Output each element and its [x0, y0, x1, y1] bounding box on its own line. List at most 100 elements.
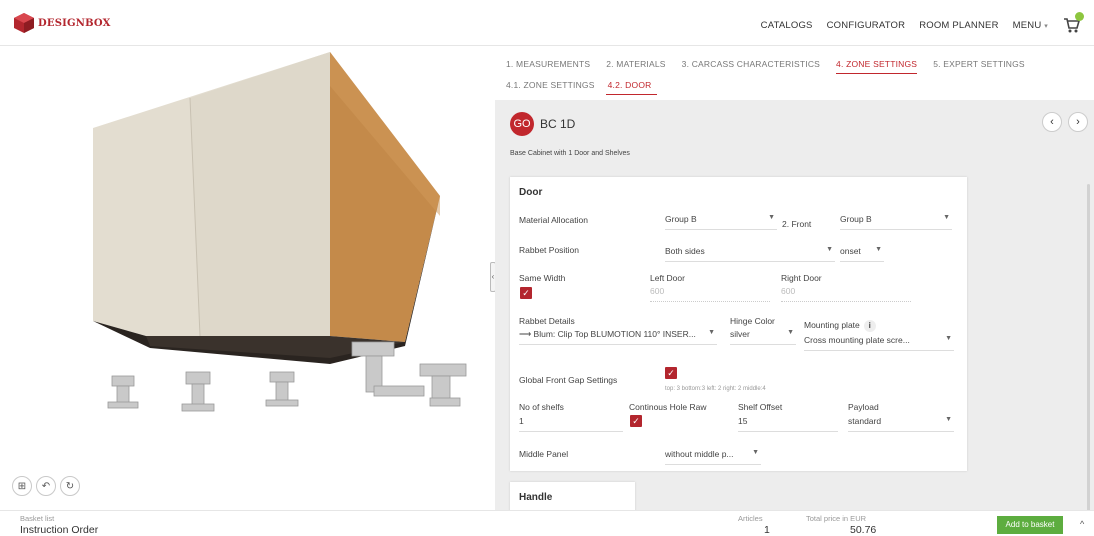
item-navigation: ‹ ›	[1036, 112, 1088, 132]
tabs-area: 1. MEASUREMENTS 2. MATERIALS 3. CARCASS …	[495, 46, 1094, 100]
door-card-title: Door	[519, 187, 543, 198]
payload-label: Payload	[848, 402, 879, 412]
rotate-button[interactable]: ↻	[60, 476, 80, 496]
middle-panel-value: without middle p...	[665, 449, 734, 459]
nav-room-planner[interactable]: ROOM PLANNER	[919, 20, 998, 31]
chevron-down-icon: ▼	[945, 335, 952, 342]
front-material-value: Group B	[840, 214, 872, 224]
middle-panel-select[interactable]: without middle p... ▼	[665, 449, 761, 465]
shelf-offset-input[interactable]: 15	[738, 416, 838, 432]
item-code: BC 1D	[540, 117, 576, 131]
material-allocation-label: Material Allocation	[519, 215, 588, 225]
undo-button[interactable]: ↶	[36, 476, 56, 496]
door-settings-card: Door Material Allocation Group B ▼ 2. Fro…	[510, 177, 967, 471]
articles-label: Articles	[738, 514, 763, 523]
step-tabs: 1. MEASUREMENTS 2. MATERIALS 3. CARCASS …	[506, 59, 1041, 74]
chevron-down-icon: ▼	[787, 329, 794, 336]
no-of-shelfs-label: No of shelfs	[519, 402, 564, 412]
rabbet-details-value: ⟶ Blum: Clip Top BLUMOTION 110° INSER...	[519, 329, 696, 339]
toggle-view-button[interactable]: ⊞	[12, 476, 32, 496]
front-label: 2. Front	[782, 219, 812, 229]
basket-list-label: Basket list	[20, 514, 55, 523]
left-door-label: Left Door	[650, 273, 685, 283]
material-allocation-select[interactable]: Group B ▼	[665, 214, 777, 230]
item-header: GO BC 1D	[510, 112, 575, 136]
same-width-label: Same Width	[519, 273, 566, 283]
brand-logo[interactable]: DESIGNBOX	[12, 12, 111, 34]
continous-hole-raw-checkbox[interactable]: ✓	[630, 415, 642, 427]
middle-panel-label: Middle Panel	[519, 449, 569, 459]
handle-card-title: Handle	[519, 492, 553, 503]
hinge-color-select[interactable]: silver ▼	[730, 329, 796, 345]
right-door-input[interactable]: 600	[781, 286, 911, 302]
total-price-label: Total price in EUR	[806, 514, 867, 523]
tab-zone-settings[interactable]: 4. ZONE SETTINGS	[836, 59, 918, 74]
hinge-color-label: Hinge Color	[730, 316, 775, 326]
tab-materials[interactable]: 2. MATERIALS	[606, 59, 665, 74]
subtab-zone-settings[interactable]: 4.1. ZONE SETTINGS	[506, 80, 597, 95]
tab-carcass-characteristics[interactable]: 3. CARCASS CHARACTERISTICS	[682, 59, 820, 74]
left-door-input[interactable]: 600	[650, 286, 770, 302]
nav-configurator[interactable]: CONFIGURATOR	[827, 20, 906, 31]
chevron-down-icon: ▼	[752, 449, 759, 456]
hinge-color-value: silver	[730, 329, 750, 339]
logo-text: DESIGNBOX	[38, 17, 111, 29]
rabbet-position-select[interactable]: Both sides ▼	[665, 246, 835, 262]
item-badge: GO	[510, 112, 534, 136]
nav-catalogs[interactable]: CATALOGS	[761, 20, 813, 31]
right-door-label: Right Door	[781, 273, 822, 283]
shelf-offset-label: Shelf Offset	[738, 402, 783, 412]
chevron-down-icon: ▼	[708, 329, 715, 336]
no-of-shelfs-input[interactable]: 1	[519, 416, 623, 432]
global-front-gap-label: Global Front Gap Settings	[519, 375, 618, 385]
chevron-down-icon: ▼	[943, 214, 950, 221]
configuration-panel: 1. MEASUREMENTS 2. MATERIALS 3. CARCASS …	[495, 46, 1094, 514]
expand-footer-icon[interactable]: ^	[1080, 519, 1084, 529]
item-description: Base Cabinet with 1 Door and Shelves	[510, 150, 630, 157]
handle-settings-card[interactable]: Handle	[510, 482, 635, 512]
main-nav: CATALOGS CONFIGURATOR ROOM PLANNER MENU …	[747, 12, 1084, 34]
rabbet-details-label: Rabbet Details	[519, 316, 575, 326]
subtab-door[interactable]: 4.2. DOOR	[605, 80, 658, 95]
chevron-down-icon: ▼	[826, 246, 833, 253]
chevron-down-icon: ▼	[945, 416, 952, 423]
sub-tabs: 4.1. ZONE SETTINGS 4.2. DOOR	[506, 80, 666, 95]
payload-value: standard	[848, 416, 882, 426]
onset-value: onset	[840, 246, 861, 256]
tab-measurements[interactable]: 1. MEASUREMENTS	[506, 59, 590, 74]
top-bar: DESIGNBOX CATALOGS CONFIGURATOR ROOM PLA…	[0, 0, 1094, 46]
rabbet-position-value: Both sides	[665, 246, 705, 256]
mounting-plate-label: Mounting plate	[804, 320, 860, 330]
front-material-select[interactable]: Group B ▼	[840, 214, 952, 230]
rabbet-details-select[interactable]: ⟶ Blum: Clip Top BLUMOTION 110° INSER...…	[519, 329, 717, 345]
cart-badge	[1075, 12, 1084, 21]
onset-select[interactable]: onset ▼	[840, 246, 884, 262]
viewer-toolbar: ⊞ ↶ ↻	[12, 476, 84, 496]
basket-list-value[interactable]: Instruction Order	[20, 524, 98, 536]
articles-count: 1	[764, 524, 770, 536]
chevron-down-icon: ▼	[875, 246, 882, 253]
3d-viewer[interactable]: ⊞ ↶ ↻	[0, 46, 490, 510]
material-allocation-value: Group B	[665, 214, 697, 224]
nav-menu[interactable]: MENU ▾	[1013, 20, 1048, 31]
cart-icon[interactable]	[1062, 12, 1084, 34]
tab-expert-settings[interactable]: 5. EXPERT SETTINGS	[933, 59, 1025, 74]
mounting-plate-value: Cross mounting plate scre...	[804, 335, 910, 345]
same-width-checkbox[interactable]: ✓	[520, 287, 532, 299]
mounting-plate-label-row: Mounting plate i	[804, 320, 876, 332]
info-icon[interactable]: i	[863, 320, 876, 332]
next-item-button[interactable]: ›	[1068, 112, 1088, 132]
total-price-value: 50.76	[850, 524, 877, 536]
add-to-basket-button[interactable]: Add to basket	[997, 516, 1063, 534]
previous-item-button[interactable]: ‹	[1042, 112, 1062, 132]
global-front-gap-checkbox[interactable]: ✓	[665, 367, 677, 379]
nav-menu-label: MENU	[1012, 19, 1042, 31]
mounting-plate-select[interactable]: Cross mounting plate scre... ▼	[804, 335, 954, 351]
global-front-gap-hint: top: 3 bottom:3 left: 2 right: 2 middle:…	[665, 386, 766, 392]
continous-hole-raw-label: Continous Hole Raw	[629, 402, 707, 412]
payload-select[interactable]: standard ▼	[848, 416, 954, 432]
basket-footer: Basket list Instruction Order Articles 1…	[0, 510, 1094, 536]
rabbet-position-label: Rabbet Position	[519, 245, 580, 255]
panel-scrollbar[interactable]	[1087, 184, 1090, 514]
cabinet-3d-render[interactable]	[0, 46, 490, 510]
